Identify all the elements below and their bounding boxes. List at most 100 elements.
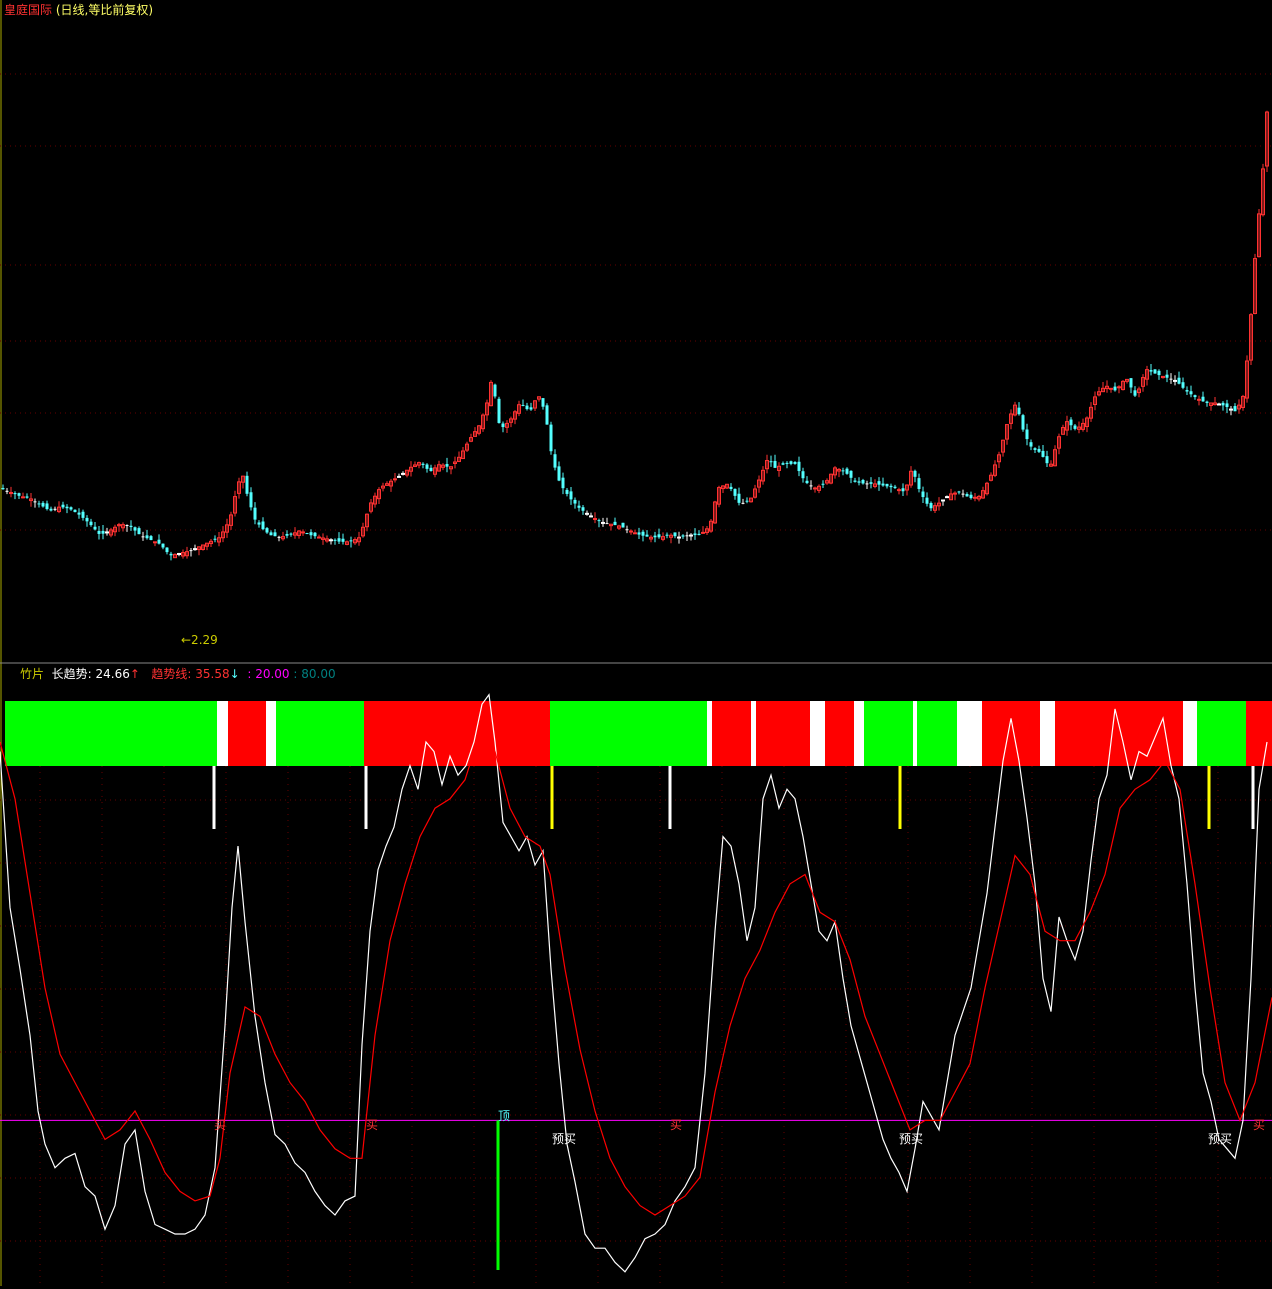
candle-body	[329, 539, 333, 542]
signal-label: 预买	[899, 1132, 924, 1147]
candle-body	[601, 521, 605, 524]
candle-body	[941, 499, 945, 502]
candle-body	[17, 493, 21, 496]
candle-body	[1157, 370, 1161, 376]
chart-title: 皇庭国际 (日线,等比前复权)	[4, 3, 153, 17]
candle-body	[613, 521, 617, 526]
trend-band-segment	[1183, 701, 1197, 766]
candle-body	[665, 534, 669, 536]
candle-body	[333, 539, 337, 541]
candle-body	[49, 508, 53, 511]
trend-band-segment	[364, 701, 550, 766]
candle-body	[425, 464, 429, 469]
candle-body	[85, 517, 89, 522]
candle-body	[245, 475, 249, 494]
candle-body	[677, 536, 681, 539]
candle-body	[557, 466, 561, 481]
candle-body	[797, 461, 801, 472]
trend-band-segment	[712, 701, 751, 766]
period-label: (日线,等比前复权)	[55, 3, 154, 17]
candle-body	[789, 461, 793, 464]
candle-body	[885, 483, 889, 487]
trend-band-segment	[1197, 701, 1246, 766]
candle-body	[597, 520, 601, 522]
candle-body	[273, 532, 277, 537]
candle-body	[917, 478, 921, 489]
candle-body	[153, 541, 157, 544]
trend-band-segment	[854, 701, 864, 766]
candle-body	[913, 470, 917, 477]
candle-body	[1, 488, 5, 490]
candle-body	[301, 531, 305, 534]
candle-body	[1129, 378, 1133, 388]
candle-body	[561, 477, 565, 489]
candle-body	[289, 533, 293, 535]
candle-body	[573, 499, 577, 504]
candle-body	[881, 483, 885, 486]
trend-band-segment	[982, 701, 1040, 766]
trend-band-segment	[550, 701, 707, 766]
signal-label: 预买	[1208, 1132, 1233, 1147]
candle-body	[521, 404, 525, 406]
candle-body	[125, 525, 129, 527]
candle-body	[1117, 386, 1121, 389]
candle-body	[925, 497, 929, 504]
candle-body	[1189, 391, 1193, 395]
candle-body	[529, 407, 533, 410]
candle-body	[685, 535, 689, 537]
candle-body	[637, 532, 641, 535]
candle-body	[593, 518, 597, 521]
candle-body	[693, 533, 697, 536]
trend-band-segment	[266, 701, 276, 766]
candle-body	[1177, 377, 1181, 384]
candle-body	[769, 461, 773, 463]
candle-body	[133, 527, 137, 531]
candle-body	[249, 492, 253, 508]
trend-band-segment	[1040, 701, 1055, 766]
trend-band-segment	[810, 701, 825, 766]
candle-body	[277, 536, 281, 538]
candle-body	[161, 543, 165, 548]
candle-body	[1069, 419, 1073, 426]
candle-body	[1233, 406, 1237, 412]
candle-body	[137, 528, 141, 535]
candle-body	[93, 526, 97, 530]
candle-body	[45, 503, 49, 510]
candle-body	[1109, 387, 1113, 390]
candle-body	[877, 481, 881, 485]
candle-body	[141, 536, 145, 538]
candle-body	[961, 493, 965, 495]
candle-body	[729, 486, 733, 489]
candle-body	[1045, 456, 1049, 464]
trend-band-segment	[751, 701, 756, 766]
candle-body	[701, 531, 705, 534]
candle-body	[1041, 450, 1045, 457]
candle-body	[1165, 374, 1169, 378]
candle-body	[309, 532, 313, 536]
candle-body	[401, 472, 405, 475]
candle-body	[1017, 407, 1021, 415]
candle-body	[33, 501, 37, 503]
trend-band-segment	[707, 701, 712, 766]
stock-chart-window: 皇庭国际 (日线,等比前复权) ←2.29 竹片 长趋势: 24.66↑ 趋势线…	[0, 0, 1272, 1286]
candle-body	[569, 491, 573, 500]
candle-body	[1197, 398, 1201, 401]
candle-body	[285, 534, 289, 536]
candle-body	[865, 483, 869, 485]
candle-body	[73, 509, 77, 513]
candle-body	[957, 491, 961, 493]
stock-name: 皇庭国际	[4, 3, 53, 17]
candle-body	[673, 532, 677, 537]
candle-body	[689, 534, 693, 537]
trend-band-segment	[913, 701, 917, 766]
long-trend-value: 24.66	[95, 667, 130, 681]
candle-body	[929, 502, 933, 509]
candle-body	[429, 467, 433, 472]
trend-band-segment	[5, 701, 217, 766]
candle-body	[657, 534, 661, 538]
candle-body	[653, 535, 657, 538]
candle-body	[101, 530, 105, 534]
candle-body	[545, 405, 549, 425]
candle-body	[805, 480, 809, 484]
signal-label: 买	[366, 1118, 379, 1133]
